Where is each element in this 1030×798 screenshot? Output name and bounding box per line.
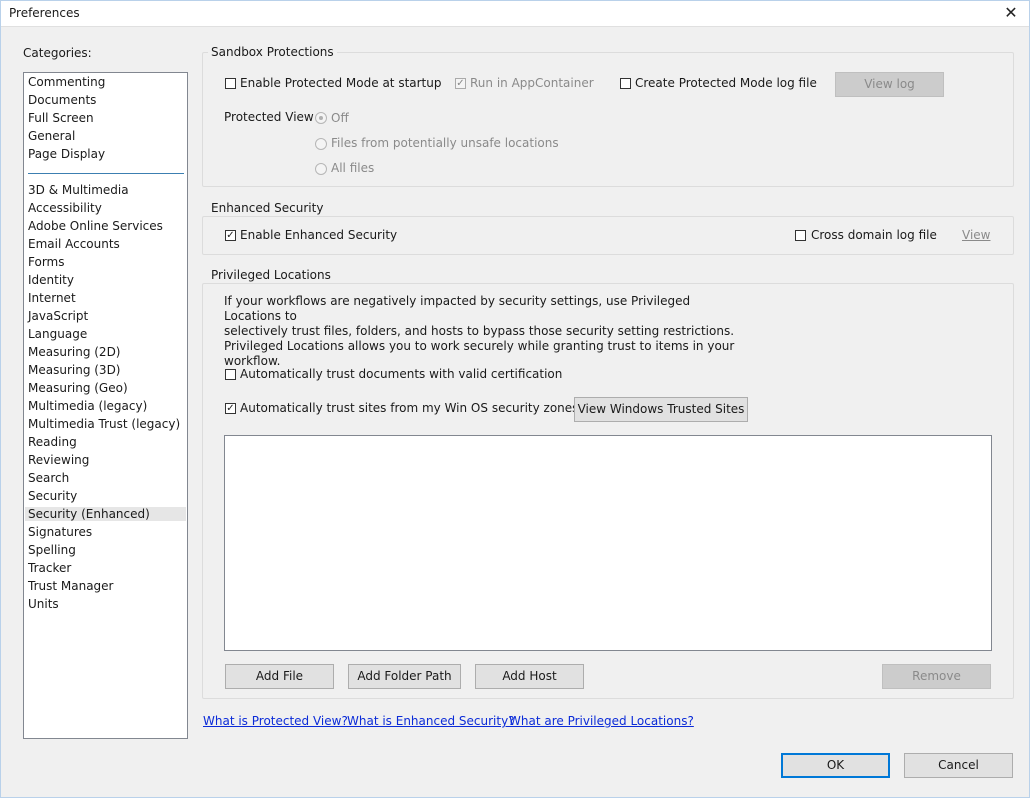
category-item-internet[interactable]: Internet	[28, 291, 76, 305]
category-item-measuring-3d[interactable]: Measuring (3D)	[28, 363, 121, 377]
category-item-measuring-2d[interactable]: Measuring (2D)	[28, 345, 121, 359]
protected-view-unsafe-label: Files from potentially unsafe locations	[331, 136, 559, 150]
what-is-enhanced-security-link[interactable]: What is Enhanced Security?	[347, 714, 515, 728]
category-item-adobe-online-services[interactable]: Adobe Online Services	[28, 219, 163, 233]
view-log-button: View log	[835, 72, 944, 97]
description-line: Privileged Locations allows you to work …	[224, 339, 735, 353]
add-folder-path-button[interactable]: Add Folder Path	[348, 664, 461, 689]
cross-domain-view-link[interactable]: View	[962, 228, 990, 242]
trust-certified-docs-label[interactable]: Automatically trust documents with valid…	[240, 367, 562, 381]
appcontainer-label: Run in AppContainer	[470, 76, 594, 90]
privileged-locations-list[interactable]	[224, 435, 992, 651]
category-item-forms[interactable]: Forms	[28, 255, 64, 269]
what-are-privileged-locations-link[interactable]: What are Privileged Locations?	[509, 714, 694, 728]
description-line: selectively trust files, folders, and ho…	[224, 324, 735, 338]
category-item-security-enhanced[interactable]: Security (Enhanced)	[25, 507, 186, 521]
window-title: Preferences	[9, 6, 80, 20]
cancel-button[interactable]: Cancel	[904, 753, 1013, 778]
category-item-units[interactable]: Units	[28, 597, 59, 611]
privileged-locations-title: Privileged Locations	[208, 268, 334, 282]
privileged-locations-description: If your workflows are negatively impacte…	[224, 294, 744, 369]
category-item-tracker[interactable]: Tracker	[28, 561, 71, 575]
category-item-identity[interactable]: Identity	[28, 273, 74, 287]
add-file-button[interactable]: Add File	[225, 664, 334, 689]
remove-button: Remove	[882, 664, 991, 689]
category-item-3d-multimedia[interactable]: 3D & Multimedia	[28, 183, 129, 197]
trust-win-zones-checkbox[interactable]: ✓	[225, 403, 236, 414]
category-item-commenting[interactable]: Commenting	[28, 75, 105, 89]
category-item-spelling[interactable]: Spelling	[28, 543, 76, 557]
category-item-signatures[interactable]: Signatures	[28, 525, 92, 539]
title-bar: Preferences ✕	[0, 0, 1030, 27]
category-item-measuring-geo[interactable]: Measuring (Geo)	[28, 381, 128, 395]
protected-view-label: Protected View	[224, 110, 314, 124]
category-divider	[28, 173, 184, 174]
log-file-label[interactable]: Create Protected Mode log file	[635, 76, 817, 90]
category-item-trust-manager[interactable]: Trust Manager	[28, 579, 113, 593]
close-icon[interactable]: ✕	[1000, 3, 1022, 23]
enable-enhanced-security-checkbox[interactable]: ✓	[225, 230, 236, 241]
category-item-documents[interactable]: Documents	[28, 93, 96, 107]
protected-mode-checkbox[interactable]	[225, 78, 236, 89]
category-item-search[interactable]: Search	[28, 471, 69, 485]
category-item-page-display[interactable]: Page Display	[28, 147, 105, 161]
category-item-email-accounts[interactable]: Email Accounts	[28, 237, 120, 251]
trust-certified-docs-checkbox[interactable]	[225, 369, 236, 380]
category-item-reading[interactable]: Reading	[28, 435, 77, 449]
category-item-multimedia-legacy[interactable]: Multimedia (legacy)	[28, 399, 147, 413]
category-item-reviewing[interactable]: Reviewing	[28, 453, 89, 467]
add-host-button[interactable]: Add Host	[475, 664, 584, 689]
protected-mode-label[interactable]: Enable Protected Mode at startup	[240, 76, 442, 90]
protected-view-all-radio	[315, 163, 327, 175]
view-windows-trusted-sites-button[interactable]: View Windows Trusted Sites	[574, 397, 748, 422]
categories-label: Categories:	[23, 46, 92, 60]
protected-view-all-label: All files	[331, 161, 375, 175]
category-item-javascript[interactable]: JavaScript	[28, 309, 88, 323]
categories-list[interactable]: Commenting Documents Full Screen General Pag…	[23, 72, 188, 739]
what-is-protected-view-link[interactable]: What is Protected View?	[203, 714, 348, 728]
enable-enhanced-security-label[interactable]: Enable Enhanced Security	[240, 228, 397, 242]
log-file-checkbox[interactable]	[620, 78, 631, 89]
category-item-language[interactable]: Language	[28, 327, 87, 341]
protected-view-off-label: Off	[331, 111, 349, 125]
category-item-full-screen[interactable]: Full Screen	[28, 111, 94, 125]
category-item-general[interactable]: General	[28, 129, 75, 143]
protected-view-off-radio	[315, 112, 327, 124]
protected-view-unsafe-radio	[315, 138, 327, 150]
description-line: If your workflows are negatively impacte…	[224, 294, 691, 323]
sandbox-protections-title: Sandbox Protections	[208, 45, 337, 59]
trust-win-zones-label[interactable]: Automatically trust sites from my Win OS…	[240, 401, 578, 415]
category-item-multimedia-trust-legacy[interactable]: Multimedia Trust (legacy)	[28, 417, 180, 431]
appcontainer-checkbox: ✓	[455, 78, 466, 89]
cross-domain-log-label[interactable]: Cross domain log file	[811, 228, 937, 242]
enhanced-security-title: Enhanced Security	[208, 201, 327, 215]
cross-domain-log-checkbox[interactable]	[795, 230, 806, 241]
category-item-security[interactable]: Security	[28, 489, 77, 503]
category-item-accessibility[interactable]: Accessibility	[28, 201, 102, 215]
ok-button[interactable]: OK	[781, 753, 890, 778]
